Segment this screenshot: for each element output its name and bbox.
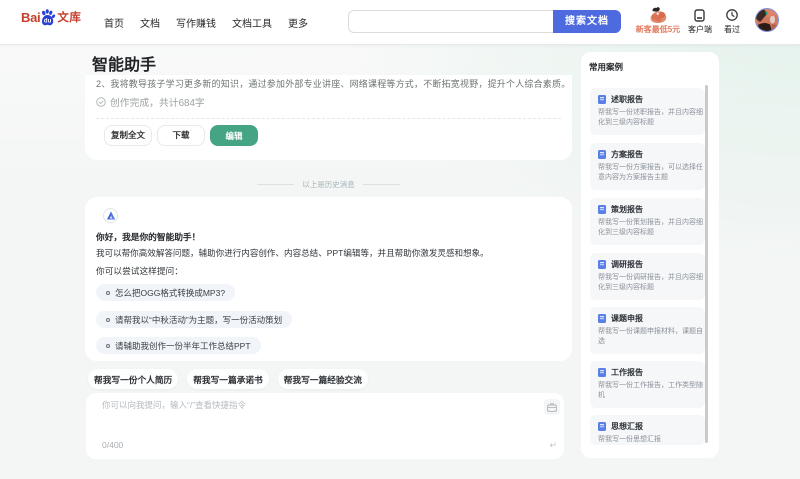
svg-text:du: du [44,19,52,25]
